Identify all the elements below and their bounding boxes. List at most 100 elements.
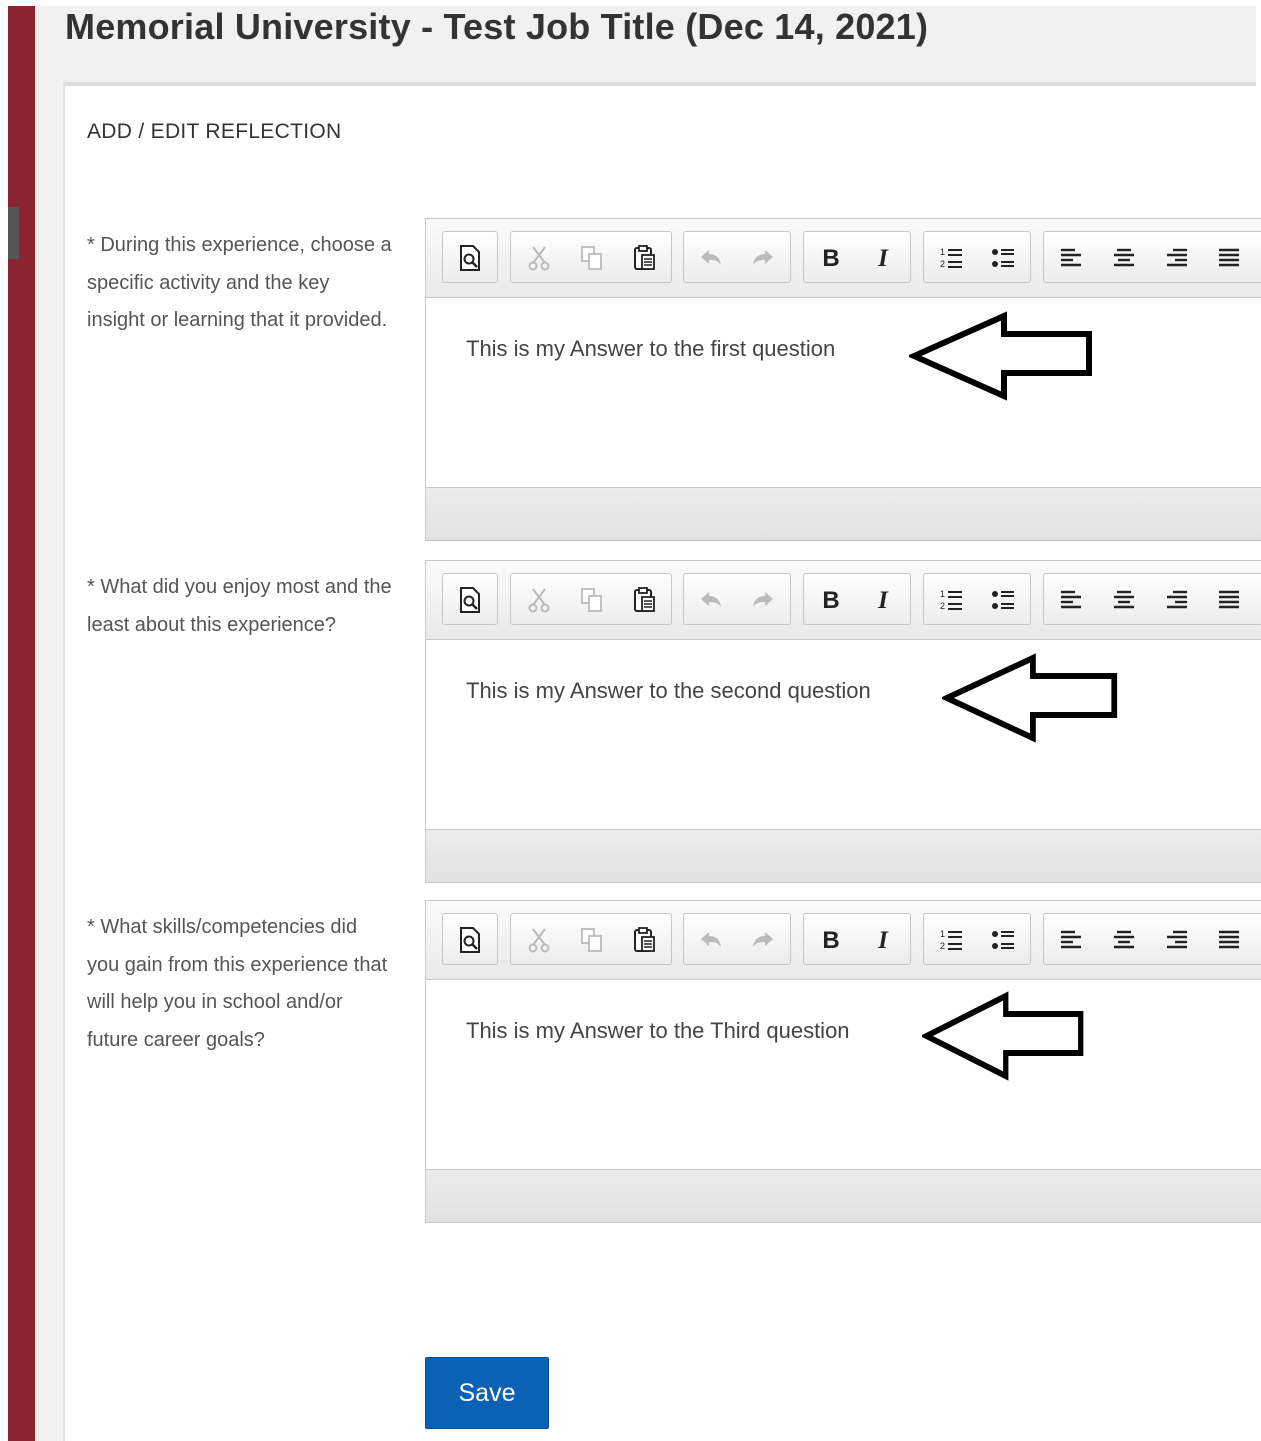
copy-button[interactable] <box>575 923 609 957</box>
toolbar-group: BI <box>803 913 911 965</box>
numbered-list-button[interactable]: 12 <box>934 583 968 617</box>
preview-icon <box>457 926 483 954</box>
editor-status-bar <box>426 487 1261 540</box>
rich-text-editor-2: B I 1 2 This is my Answer to the second ques… <box>425 560 1261 883</box>
cut-icon <box>526 244 552 272</box>
editor-content-area[interactable]: This is my Answer to the first question <box>426 298 1261 488</box>
bulleted-list-button[interactable] <box>986 583 1020 617</box>
bulleted-list-button[interactable] <box>986 241 1020 275</box>
answer-text: This is my Answer to the first question <box>466 336 836 361</box>
paste-icon <box>632 244 658 272</box>
undo-icon <box>698 244 724 272</box>
svg-text:1: 1 <box>940 589 945 599</box>
question-3-label: * What skills/competencies did you gain … <box>87 916 388 1052</box>
align-right-button[interactable] <box>1160 583 1194 617</box>
toolbar-group <box>510 231 672 283</box>
toolbar-group <box>442 913 498 965</box>
toolbar-group <box>510 573 672 625</box>
arrow-left-icon <box>906 306 1095 411</box>
justify-icon <box>1216 926 1242 954</box>
preview-icon <box>457 244 483 272</box>
answer-text: This is my Answer to the second question <box>466 678 871 703</box>
redo-icon <box>750 244 776 272</box>
align-left-icon <box>1058 244 1084 272</box>
numbered-list-button[interactable]: 12 <box>934 241 968 275</box>
preview-button[interactable] <box>453 923 487 957</box>
italic-button[interactable]: I <box>866 923 900 957</box>
cut-button[interactable] <box>522 241 556 275</box>
align-center-button[interactable] <box>1107 583 1141 617</box>
svg-text:B: B <box>822 587 839 614</box>
align-center-button[interactable] <box>1107 923 1141 957</box>
svg-text:2: 2 <box>940 601 945 611</box>
numbered-list-button[interactable]: 12 <box>934 923 968 957</box>
redo-icon <box>750 586 776 614</box>
align-center-icon <box>1111 926 1137 954</box>
justify-button[interactable] <box>1212 583 1246 617</box>
paste-button[interactable] <box>628 923 662 957</box>
redo-icon <box>750 926 776 954</box>
align-right-button[interactable] <box>1160 923 1194 957</box>
svg-text:2: 2 <box>940 941 945 951</box>
align-center-button[interactable] <box>1107 241 1141 275</box>
paste-button[interactable] <box>628 583 662 617</box>
editor-toolbar: BI12 <box>426 561 1261 640</box>
undo-button[interactable] <box>694 923 728 957</box>
align-left-button[interactable] <box>1054 241 1088 275</box>
align-left-button[interactable] <box>1054 583 1088 617</box>
svg-text:2: 2 <box>940 259 945 269</box>
align-left-button[interactable] <box>1054 923 1088 957</box>
toolbar-group: 12 <box>923 913 1031 965</box>
save-button[interactable]: Save <box>425 1357 549 1429</box>
editor-content-area[interactable]: This is my Answer to the second question <box>426 640 1261 830</box>
paste-icon <box>632 926 658 954</box>
italic-button[interactable]: I <box>866 241 900 275</box>
bulleted-list-button[interactable] <box>986 923 1020 957</box>
justify-button[interactable] <box>1212 241 1246 275</box>
preview-button[interactable] <box>453 241 487 275</box>
paste-button[interactable] <box>628 241 662 275</box>
copy-button[interactable] <box>575 583 609 617</box>
bold-button[interactable]: B <box>814 241 848 275</box>
page-title: Memorial University - Test Job Title (De… <box>65 6 929 47</box>
question-1-label: * During this experience, choose a speci… <box>87 234 392 332</box>
redo-button[interactable] <box>746 241 780 275</box>
copy-icon <box>579 926 605 954</box>
bold-button[interactable]: B <box>814 583 848 617</box>
italic-button[interactable]: I <box>866 583 900 617</box>
align-left-icon <box>1058 926 1084 954</box>
bold-icon: B <box>818 586 844 614</box>
cut-button[interactable] <box>522 923 556 957</box>
numbered-list-icon: 12 <box>938 926 964 954</box>
undo-icon <box>698 926 724 954</box>
rich-text-editor-1: B I 1 2 This is my Answer to the first quest… <box>425 218 1261 541</box>
toolbar-group <box>1043 913 1261 965</box>
preview-button[interactable] <box>453 583 487 617</box>
align-right-button[interactable] <box>1160 241 1194 275</box>
cut-button[interactable] <box>522 583 556 617</box>
italic-icon: I <box>870 244 896 272</box>
editor-status-bar <box>426 1169 1261 1222</box>
editor-content-area[interactable]: This is my Answer to the Third question <box>426 980 1261 1170</box>
copy-button[interactable] <box>575 241 609 275</box>
preview-icon <box>457 586 483 614</box>
redo-button[interactable] <box>746 583 780 617</box>
align-right-icon <box>1164 586 1190 614</box>
arrow-left-icon <box>919 986 1086 1091</box>
bold-icon: B <box>818 926 844 954</box>
undo-icon <box>698 586 724 614</box>
undo-button[interactable] <box>694 241 728 275</box>
svg-text:I: I <box>877 587 889 614</box>
undo-button[interactable] <box>694 583 728 617</box>
redo-button[interactable] <box>746 923 780 957</box>
side-tab-handle[interactable] <box>8 207 19 259</box>
bulleted-list-icon <box>990 926 1016 954</box>
arrow-left-icon <box>939 648 1120 753</box>
bold-button[interactable]: B <box>814 923 848 957</box>
italic-icon: I <box>870 586 896 614</box>
svg-text:I: I <box>877 245 889 272</box>
bulleted-list-icon <box>990 586 1016 614</box>
justify-button[interactable] <box>1212 923 1246 957</box>
toolbar-group <box>442 573 498 625</box>
italic-icon: I <box>870 926 896 954</box>
